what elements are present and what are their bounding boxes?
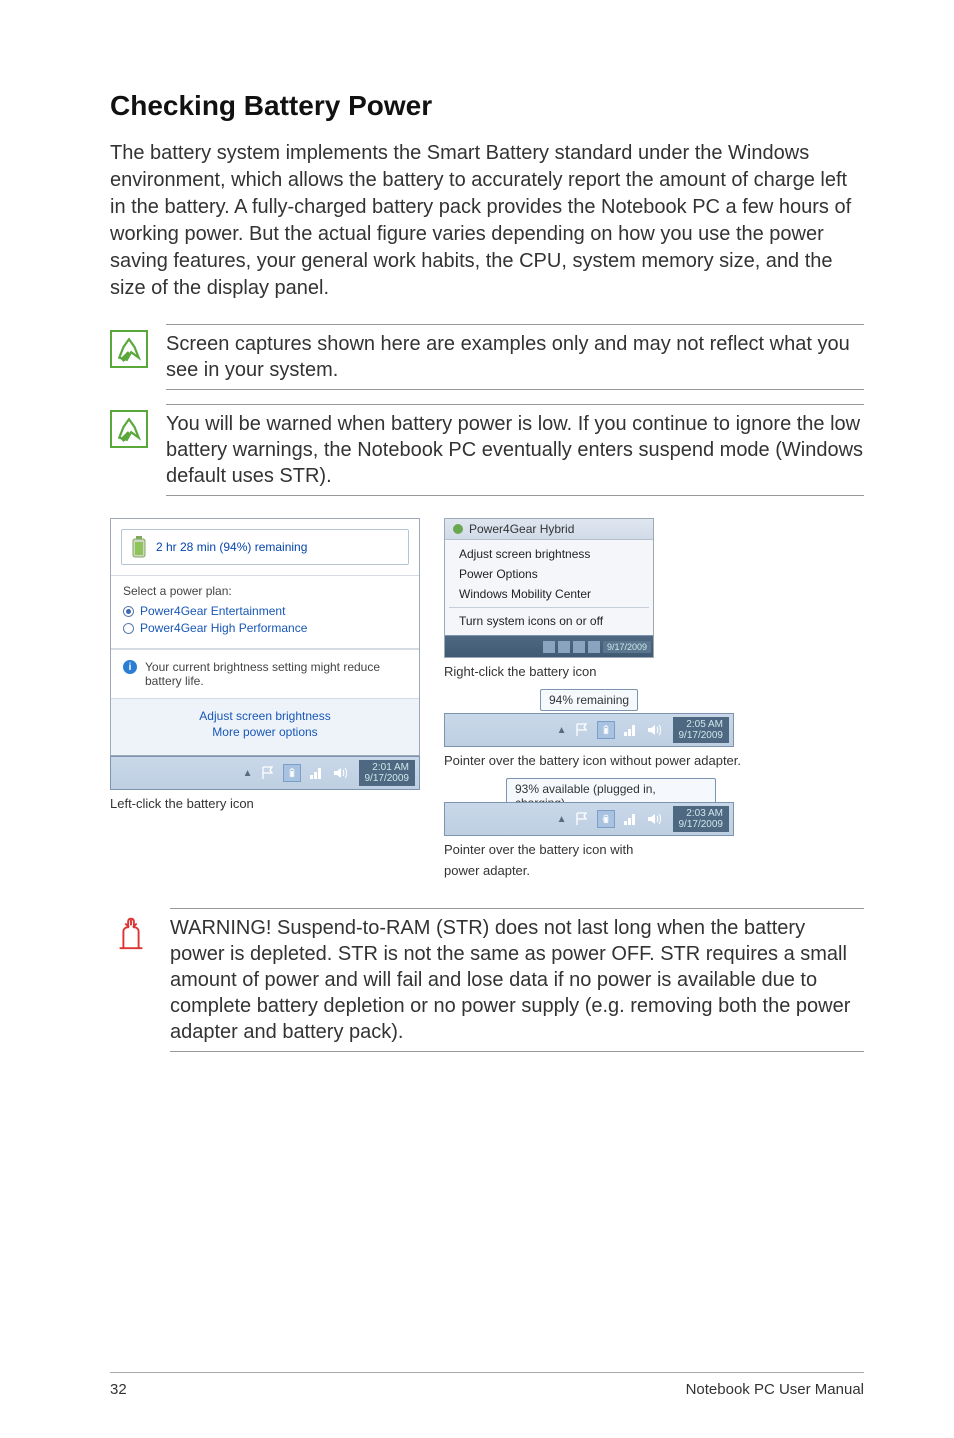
tray-date: 9/17/2009	[679, 819, 724, 830]
pencil-note-icon	[110, 410, 148, 448]
caption-right-3a: Pointer over the battery icon with	[444, 842, 864, 857]
note-block-1: Screen captures shown here are examples …	[110, 324, 864, 390]
radio-selected-icon	[123, 606, 134, 617]
power-plan-option-2[interactable]: Power4Gear High Performance	[123, 621, 407, 635]
volume-icon[interactable]	[645, 810, 663, 828]
flag-icon[interactable]	[573, 810, 591, 828]
ctx-item-system-icons[interactable]: Turn system icons on or off	[445, 611, 653, 631]
warning-hand-icon	[110, 912, 152, 954]
power4gear-icon	[453, 524, 463, 534]
ctx-menu-title-row[interactable]: Power4Gear Hybrid	[445, 519, 653, 540]
taskbar-tray-mid: ▲ 2:05 AM 9/17/2009	[444, 713, 734, 747]
warning-block: WARNING! Suspend-to-RAM (STR) does not l…	[110, 908, 864, 1052]
caption-right-2: Pointer over the battery icon without po…	[444, 753, 864, 768]
page-footer: 32 Notebook PC User Manual	[110, 1372, 864, 1398]
tray-time: 2:03 AM	[679, 808, 724, 819]
warning-text: WARNING! Suspend-to-RAM (STR) does not l…	[170, 908, 864, 1052]
ctx-mini-date: 9/17/2009	[603, 641, 651, 653]
battery-remaining-text: 2 hr 28 min (94%) remaining	[156, 540, 307, 554]
page-number: 32	[110, 1381, 127, 1398]
radio-unselected-icon	[123, 623, 134, 634]
network-icon[interactable]	[307, 764, 325, 782]
power-popup: 2 hr 28 min (94%) remaining Select a pow…	[110, 518, 420, 756]
tray-overflow-icon[interactable]: ▲	[557, 814, 567, 825]
intro-paragraph: The battery system implements the Smart …	[110, 140, 864, 302]
power-plan-label-2: Power4Gear High Performance	[140, 621, 307, 635]
flag-icon[interactable]	[573, 721, 591, 739]
volume-icon[interactable]	[645, 721, 663, 739]
battery-charging-tray-icon[interactable]	[597, 810, 615, 828]
ctx-item-mobility-center[interactable]: Windows Mobility Center	[445, 584, 653, 604]
manual-title: Notebook PC User Manual	[686, 1381, 864, 1398]
taskbar-tray-bottom: ▲ 2:03 AM 9/17/2009	[444, 802, 734, 836]
battery-icon	[132, 536, 146, 558]
battery-tray-icon[interactable]	[283, 764, 301, 782]
adjust-brightness-link[interactable]: Adjust screen brightness	[111, 709, 419, 723]
volume-icon[interactable]	[331, 764, 349, 782]
ctx-divider	[449, 607, 649, 608]
ctx-menu-title: Power4Gear Hybrid	[469, 522, 574, 536]
ctx-item-power-options[interactable]: Power Options	[445, 564, 653, 584]
battery-remaining-box: 2 hr 28 min (94%) remaining	[121, 529, 409, 565]
note-text-1: Screen captures shown here are examples …	[166, 324, 864, 390]
info-icon: i	[123, 660, 137, 674]
page-heading: Checking Battery Power	[110, 90, 864, 122]
brightness-info-text: Your current brightness setting might re…	[145, 660, 407, 688]
more-power-options-link[interactable]: More power options	[111, 725, 419, 739]
battery-tooltip-remaining: 94% remaining	[540, 689, 638, 711]
tray-clock[interactable]: 2:01 AM 9/17/2009	[359, 760, 416, 786]
mini-icon	[588, 641, 600, 653]
mini-icon	[558, 641, 570, 653]
tray-date: 9/17/2009	[365, 773, 410, 784]
flag-icon[interactable]	[259, 764, 277, 782]
tray-overflow-icon[interactable]: ▲	[243, 768, 253, 779]
mini-icon	[573, 641, 585, 653]
power-plan-title: Select a power plan:	[123, 584, 407, 598]
network-icon[interactable]	[621, 721, 639, 739]
network-icon[interactable]	[621, 810, 639, 828]
ctx-mini-tray: 9/17/2009	[445, 635, 653, 657]
mini-icon	[543, 641, 555, 653]
taskbar-tray-left: ▲ 2:01 AM 9/17/2009	[110, 756, 420, 790]
caption-right-3b: power adapter.	[444, 863, 864, 878]
power-plan-label-1: Power4Gear Entertainment	[140, 604, 285, 618]
tray-clock[interactable]: 2:05 AM 9/17/2009	[673, 717, 730, 743]
battery-context-menu: Power4Gear Hybrid Adjust screen brightne…	[444, 518, 654, 658]
tray-time: 2:05 AM	[679, 719, 724, 730]
caption-right-1: Right-click the battery icon	[444, 664, 864, 679]
caption-left: Left-click the battery icon	[110, 796, 420, 811]
tray-time: 2:01 AM	[365, 762, 410, 773]
pencil-note-icon	[110, 330, 148, 368]
tray-date: 9/17/2009	[679, 730, 724, 741]
tray-clock[interactable]: 2:03 AM 9/17/2009	[673, 806, 730, 832]
tray-overflow-icon[interactable]: ▲	[557, 725, 567, 736]
ctx-item-brightness[interactable]: Adjust screen brightness	[445, 544, 653, 564]
note-text-2: You will be warned when battery power is…	[166, 404, 864, 496]
power-plan-option-1[interactable]: Power4Gear Entertainment	[123, 604, 407, 618]
note-block-2: You will be warned when battery power is…	[110, 404, 864, 496]
battery-tray-icon[interactable]	[597, 721, 615, 739]
